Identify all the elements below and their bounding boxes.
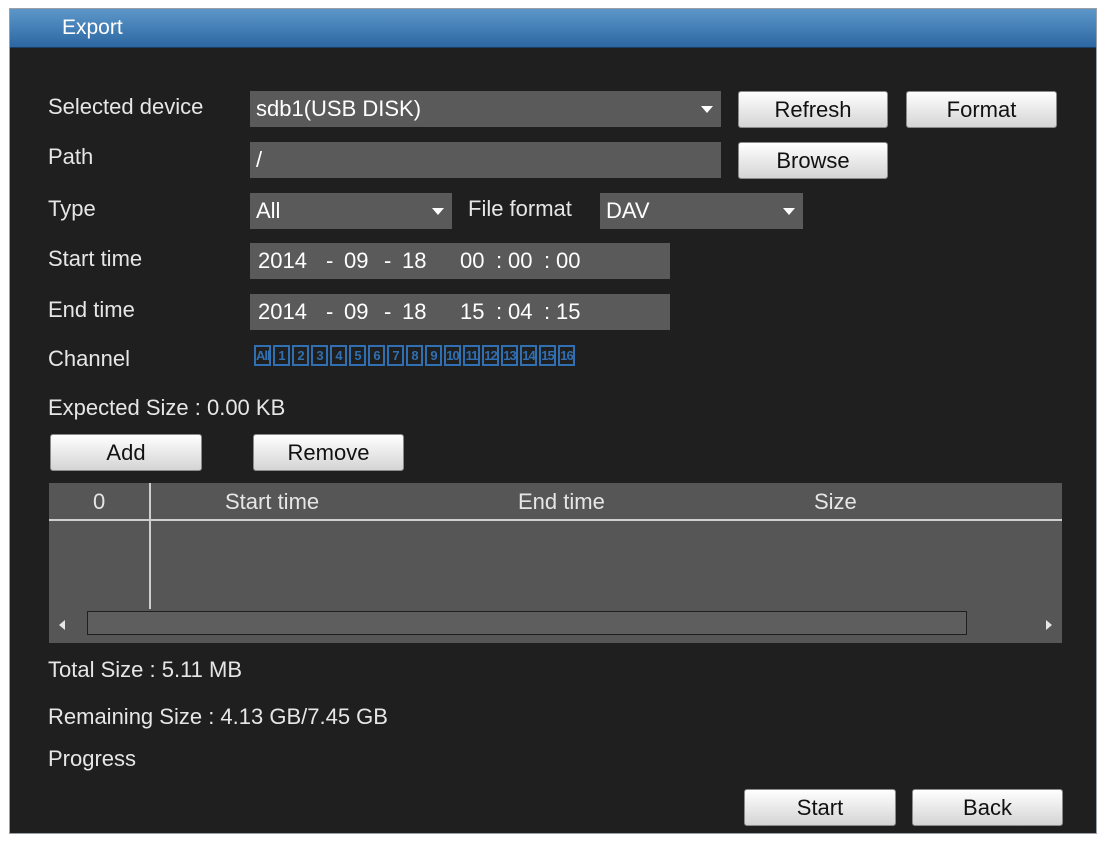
start-time-input[interactable]: 2014-09-18 00:00:00 bbox=[250, 243, 670, 279]
path-input[interactable]: / bbox=[250, 142, 721, 178]
dropdown-arrow-icon bbox=[432, 208, 444, 215]
title-bar: Export bbox=[10, 9, 1096, 48]
column-header-index: 0 bbox=[93, 489, 106, 514]
end-time-input[interactable]: 2014-09-18 15:04:15 bbox=[250, 294, 670, 330]
file-format-dropdown[interactable]: DAV bbox=[600, 193, 803, 229]
progress-label: Progress bbox=[48, 746, 137, 771]
start-hour[interactable]: 00 bbox=[460, 243, 490, 279]
start-day[interactable]: 18 bbox=[402, 243, 460, 279]
start-minute[interactable]: 00 bbox=[508, 243, 538, 279]
date-separator: - bbox=[384, 248, 392, 273]
file-format-value: DAV bbox=[606, 198, 650, 223]
time-separator: : bbox=[495, 299, 503, 324]
end-year[interactable]: 2014 bbox=[258, 294, 326, 330]
time-separator: : bbox=[543, 299, 551, 324]
channel-checkbox-16[interactable]: 16 bbox=[558, 345, 575, 366]
file-format-label: File format bbox=[468, 196, 572, 221]
channel-checkbox-8[interactable]: 8 bbox=[406, 345, 423, 366]
column-header-start-time: Start time bbox=[225, 489, 320, 514]
start-second[interactable]: 00 bbox=[556, 243, 586, 279]
date-separator: - bbox=[384, 299, 392, 324]
refresh-button[interactable]: Refresh bbox=[738, 91, 888, 128]
column-header-size: Size bbox=[814, 489, 857, 514]
add-button[interactable]: Add bbox=[50, 434, 202, 471]
channel-checkbox-group: All 1 2 3 4 5 6 7 8 9 10 11 12 13 14 15 … bbox=[254, 345, 575, 366]
scroll-right-icon[interactable] bbox=[1046, 620, 1052, 630]
end-second[interactable]: 15 bbox=[556, 294, 586, 330]
path-label: Path bbox=[48, 144, 94, 169]
date-separator: - bbox=[326, 299, 334, 324]
channel-checkbox-7[interactable]: 7 bbox=[387, 345, 404, 366]
channel-checkbox-3[interactable]: 3 bbox=[311, 345, 328, 366]
end-time-label: End time bbox=[48, 297, 135, 322]
format-button[interactable]: Format bbox=[906, 91, 1057, 128]
channel-checkbox-all[interactable]: All bbox=[254, 345, 271, 366]
horizontal-scrollbar[interactable] bbox=[49, 609, 1062, 639]
channel-checkbox-11[interactable]: 11 bbox=[463, 345, 480, 366]
end-hour[interactable]: 15 bbox=[460, 294, 490, 330]
time-separator: : bbox=[495, 248, 503, 273]
column-divider[interactable] bbox=[149, 483, 151, 609]
browse-button[interactable]: Browse bbox=[738, 142, 888, 179]
start-year[interactable]: 2014 bbox=[258, 243, 326, 279]
scrollbar-track[interactable] bbox=[87, 611, 967, 635]
back-button[interactable]: Back bbox=[912, 789, 1063, 826]
channel-checkbox-1[interactable]: 1 bbox=[273, 345, 290, 366]
end-month[interactable]: 09 bbox=[344, 294, 384, 330]
channel-checkbox-12[interactable]: 12 bbox=[482, 345, 499, 366]
scroll-left-icon[interactable] bbox=[59, 620, 65, 630]
channel-checkbox-2[interactable]: 2 bbox=[292, 345, 309, 366]
selected-device-dropdown[interactable]: sdb1(USB DISK) bbox=[250, 91, 721, 127]
expected-size-text: Expected Size : 0.00 KB bbox=[48, 395, 286, 420]
table-header: 0 Start time End time Size bbox=[49, 483, 1062, 521]
column-header-end-time: End time bbox=[518, 489, 605, 514]
start-month[interactable]: 09 bbox=[344, 243, 384, 279]
dropdown-arrow-icon bbox=[783, 208, 795, 215]
selected-device-label: Selected device bbox=[48, 94, 204, 119]
end-minute[interactable]: 04 bbox=[508, 294, 538, 330]
remove-button[interactable]: Remove bbox=[253, 434, 404, 471]
dropdown-arrow-icon bbox=[701, 106, 713, 113]
start-button[interactable]: Start bbox=[744, 789, 896, 826]
total-size-text: Total Size : 5.11 MB bbox=[48, 657, 243, 682]
date-separator: - bbox=[326, 248, 334, 273]
channel-checkbox-5[interactable]: 5 bbox=[349, 345, 366, 366]
time-separator: : bbox=[543, 248, 551, 273]
remaining-size-text: Remaining Size : 4.13 GB/7.45 GB bbox=[48, 704, 388, 729]
start-time-label: Start time bbox=[48, 246, 143, 271]
end-day[interactable]: 18 bbox=[402, 294, 460, 330]
channel-checkbox-4[interactable]: 4 bbox=[330, 345, 347, 366]
export-dialog: Export Selected device sdb1(USB DISK) Re… bbox=[9, 8, 1097, 834]
type-label: Type bbox=[48, 196, 96, 221]
type-dropdown[interactable]: All bbox=[250, 193, 452, 229]
channel-label: Channel bbox=[48, 346, 130, 371]
channel-checkbox-6[interactable]: 6 bbox=[368, 345, 385, 366]
channel-checkbox-13[interactable]: 13 bbox=[501, 345, 518, 366]
selected-device-value: sdb1(USB DISK) bbox=[256, 96, 422, 121]
channel-checkbox-14[interactable]: 14 bbox=[520, 345, 537, 366]
channel-checkbox-9[interactable]: 9 bbox=[425, 345, 442, 366]
channel-checkbox-15[interactable]: 15 bbox=[539, 345, 556, 366]
export-file-table: 0 Start time End time Size bbox=[49, 483, 1062, 643]
channel-checkbox-10[interactable]: 10 bbox=[444, 345, 461, 366]
window-title: Export bbox=[62, 16, 123, 39]
type-value: All bbox=[256, 198, 281, 223]
